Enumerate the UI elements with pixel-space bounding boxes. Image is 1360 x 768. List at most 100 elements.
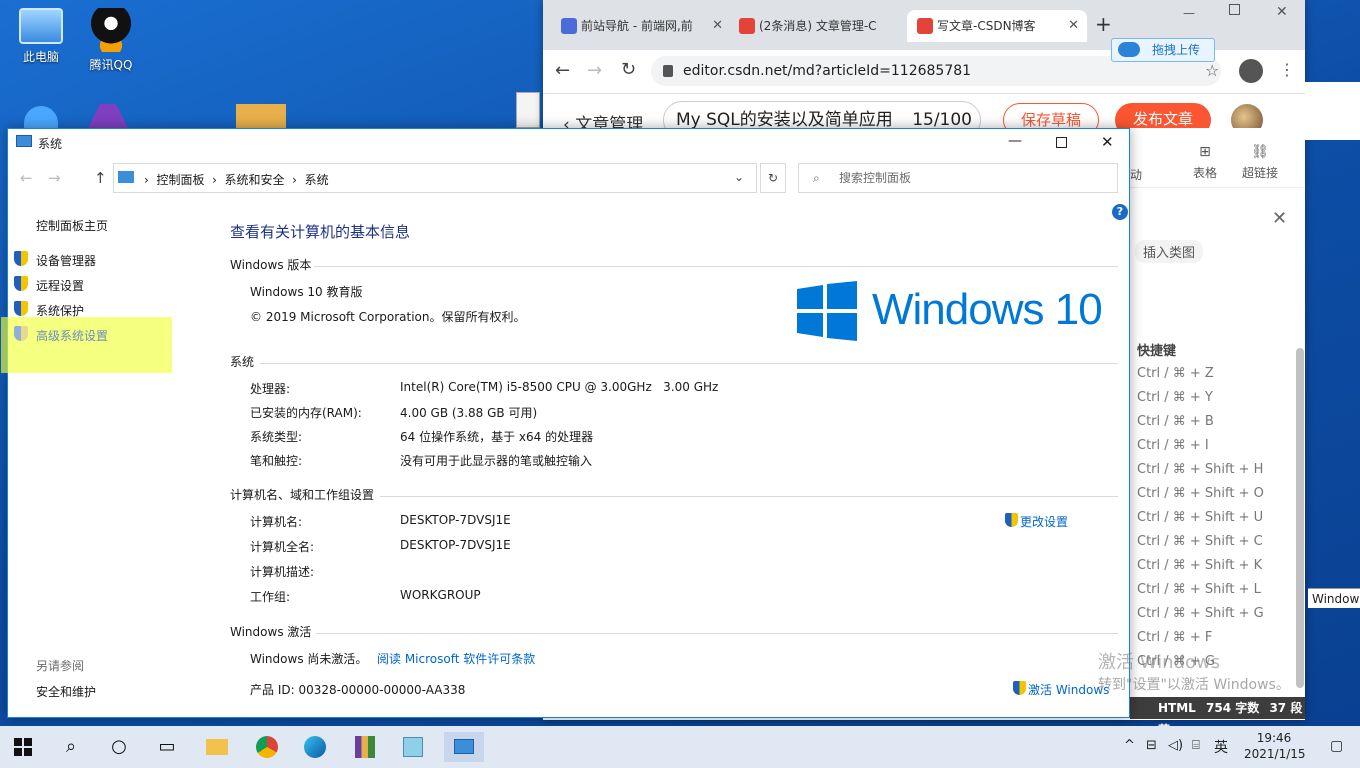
- tab-title: 前站导航 - 前端网,前: [581, 19, 693, 33]
- shortcut-item: Ctrl / ⌘ + Z: [1137, 366, 1214, 381]
- ram-label: 已安装的内存(RAM):: [250, 406, 362, 420]
- side-window-label: Window: [1312, 592, 1360, 606]
- editor-statusbar: HTML 754 字数 37 段落: [1130, 697, 1305, 737]
- link-icon: ⛓: [1251, 144, 1269, 160]
- pen-touch-value: 没有可用于此显示器的笔或触控输入: [400, 454, 593, 468]
- tab-write-article[interactable]: 写文章-CSDN博客 ✕: [907, 10, 1087, 42]
- back-icon[interactable]: ←: [555, 60, 570, 81]
- close-window-button[interactable]: ✕: [1276, 4, 1288, 20]
- shortcut-item: Ctrl / ⌘ + Shift + U: [1137, 510, 1264, 525]
- close-window-button[interactable]: ✕: [1101, 133, 1114, 151]
- security-maintenance-link[interactable]: 安全和维护: [36, 683, 96, 700]
- forward-icon[interactable]: →: [48, 169, 61, 187]
- clock[interactable]: 19:46 2021/1/15: [1244, 730, 1306, 762]
- search-icon: ⌕: [813, 171, 820, 185]
- shortcut-item: Ctrl / ⌘ + Shift + L: [1137, 582, 1261, 597]
- tab-title: 写文章-CSDN博客: [937, 19, 1036, 33]
- tab-article-manage[interactable]: (2条消息) 文章管理-C: [729, 10, 909, 42]
- up-icon[interactable]: ↑: [94, 169, 107, 187]
- close-panel-icon[interactable]: ✕: [1272, 208, 1287, 229]
- license-terms-link[interactable]: 阅读 Microsoft 软件许可条款: [377, 650, 535, 667]
- chrome-icon[interactable]: [252, 732, 282, 762]
- file-explorer-icon[interactable]: [202, 732, 232, 762]
- edge-icon[interactable]: [300, 732, 330, 762]
- page-title: 查看有关计算机的基本信息: [230, 223, 411, 241]
- profile-icon[interactable]: [1239, 59, 1263, 83]
- tray-chevron-icon[interactable]: ^: [1124, 738, 1135, 753]
- tab-bar: 前站导航 - 前端网,前 ✕ (2条消息) 文章管理-C 写文章-CSDN博客 …: [543, 0, 1305, 62]
- desktop-icon-partial[interactable]: [24, 106, 58, 128]
- insert-toc-button[interactable]: 插入类图: [1135, 240, 1204, 263]
- help-icon[interactable]: ?: [1112, 204, 1128, 220]
- task-view-icon[interactable]: ▭: [152, 732, 182, 762]
- tab-front-nav[interactable]: 前站导航 - 前端网,前 ✕: [551, 10, 731, 42]
- system-taskbar-icon[interactable]: [444, 732, 484, 762]
- device-manager-link[interactable]: 设备管理器: [36, 252, 96, 269]
- side-window-strip: [1305, 82, 1360, 140]
- close-icon[interactable]: ✕: [1068, 10, 1079, 42]
- new-tab-button[interactable]: +: [1095, 12, 1112, 36]
- minimize-button[interactable]: —: [1183, 6, 1195, 20]
- reload-icon[interactable]: ↻: [621, 59, 636, 80]
- divider: [314, 266, 1118, 267]
- menu-icon[interactable]: ⋮: [1279, 60, 1295, 79]
- url-text: editor.csdn.net/md?articleId=112685781: [683, 63, 972, 79]
- start-button[interactable]: [8, 732, 38, 762]
- notification-icon[interactable]: ▢: [1330, 738, 1343, 754]
- desktop-icon-this-pc[interactable]: 此电脑: [6, 8, 76, 65]
- maximize-button[interactable]: [1229, 4, 1240, 15]
- section-title: Windows 激活: [230, 625, 312, 639]
- activate-windows-link[interactable]: 激活 Windows: [1013, 681, 1109, 698]
- full-name-label: 计算机全名:: [250, 540, 315, 554]
- pen-touch-label: 笔和触控:: [250, 454, 303, 468]
- archive-icon[interactable]: [350, 732, 380, 762]
- breadcrumb-item[interactable]: 系统和安全: [225, 173, 285, 187]
- full-name-value: DESKTOP-7DVSJ1E: [400, 538, 511, 552]
- link-tool[interactable]: ⛓ 超链接: [1238, 144, 1282, 181]
- shortcut-item: Ctrl / ⌘ + F: [1137, 630, 1213, 645]
- ime-indicator[interactable]: 英: [1214, 737, 1228, 757]
- address-bar[interactable]: › 控制面板 › 系统和安全 › 系统 ⌄: [113, 163, 757, 193]
- remote-settings-link[interactable]: 远程设置: [36, 277, 84, 294]
- upload-badge-label: 拖拽上传: [1152, 43, 1201, 57]
- cortana-icon[interactable]: ○: [104, 732, 134, 762]
- link-label: 超链接: [1241, 166, 1278, 180]
- side-window[interactable]: Window: [1308, 588, 1360, 608]
- shortcut-item: Ctrl / ⌘ + Shift + K: [1137, 558, 1263, 573]
- notepad-icon[interactable]: [398, 732, 428, 762]
- volume-icon[interactable]: ◁): [1168, 738, 1183, 753]
- shield-icon: [1005, 513, 1018, 527]
- desktop-icon-folder[interactable]: [236, 104, 286, 128]
- clock-date: 2021/1/15: [1244, 747, 1306, 761]
- desktop-icon-doc[interactable]: [516, 92, 540, 128]
- desktop-icon-vs[interactable]: [88, 104, 128, 128]
- breadcrumb-item[interactable]: 系统: [305, 173, 329, 187]
- forward-icon[interactable]: →: [587, 60, 602, 81]
- advanced-system-settings-link[interactable]: 高级系统设置: [36, 327, 108, 344]
- breadcrumb-item[interactable]: 控制面板: [156, 173, 204, 187]
- minimize-button[interactable]: —: [1008, 133, 1022, 149]
- tab-title: (2条消息) 文章管理-C: [759, 19, 877, 33]
- network-icon[interactable]: ⊟: [1146, 738, 1157, 753]
- workgroup-value: WORKGROUP: [400, 588, 481, 602]
- search-input[interactable]: ⌕ 搜索控制面板: [798, 163, 1118, 193]
- keyboard-icon[interactable]: ⌸: [1192, 738, 1200, 753]
- search-icon[interactable]: ⌕: [56, 732, 86, 762]
- system-type-value: 64 位操作系统，基于 x64 的处理器: [400, 430, 594, 444]
- star-icon[interactable]: ☆: [1205, 61, 1219, 80]
- toolbar-partial-label: 动: [1130, 168, 1143, 182]
- panel-scrollbar[interactable]: [1296, 348, 1304, 688]
- change-settings-link[interactable]: 更改设置: [1005, 513, 1068, 530]
- refresh-button[interactable]: ↻: [760, 163, 786, 193]
- search-placeholder: 搜索控制面板: [839, 171, 912, 185]
- back-icon[interactable]: ←: [20, 169, 33, 187]
- maximize-button[interactable]: [1056, 137, 1067, 148]
- desktop-icon-label: 腾讯QQ: [89, 58, 133, 72]
- computer-icon: [19, 8, 63, 44]
- close-icon[interactable]: ✕: [712, 10, 723, 42]
- chevron-down-icon[interactable]: ⌄: [734, 170, 744, 184]
- control-panel-home-link[interactable]: 控制面板主页: [36, 217, 108, 234]
- upload-badge[interactable]: 拖拽上传: [1111, 38, 1215, 62]
- desktop-icon-qq[interactable]: 腾讯QQ: [76, 8, 146, 73]
- table-tool[interactable]: ⊞ 表格: [1190, 144, 1220, 181]
